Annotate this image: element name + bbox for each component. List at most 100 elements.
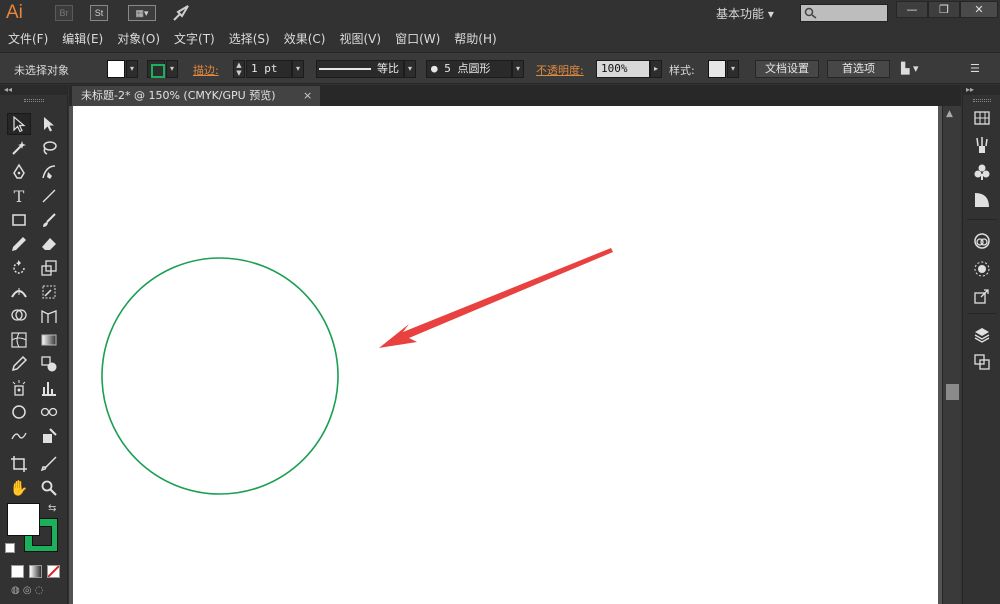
- menu-effect[interactable]: 效果(C): [284, 30, 326, 47]
- none-mode-icon[interactable]: [47, 565, 60, 578]
- line-tool-icon[interactable]: [37, 185, 61, 207]
- asset-export-panel-icon[interactable]: [972, 286, 992, 306]
- fill-color-box[interactable]: [7, 503, 40, 536]
- lasso-icon[interactable]: [37, 137, 61, 159]
- direct-selection-tool-icon[interactable]: [37, 113, 61, 135]
- menu-window[interactable]: 窗口(W): [395, 30, 440, 47]
- symbols-panel-icon[interactable]: [972, 162, 992, 182]
- gradient-tool-icon[interactable]: [37, 329, 61, 351]
- gradient-mode-icon[interactable]: [29, 565, 42, 578]
- symbol-sprayer-icon[interactable]: [7, 377, 31, 399]
- bridge-button[interactable]: Br: [55, 5, 73, 21]
- profile-line-icon: [319, 68, 371, 70]
- vertical-scrollbar[interactable]: ▲: [942, 106, 961, 604]
- hand-tool-icon[interactable]: ✋: [7, 477, 31, 499]
- rotate-icon[interactable]: [7, 257, 31, 279]
- stroke-weight-field[interactable]: 1 pt: [246, 60, 292, 78]
- rectangle-tool-icon[interactable]: [7, 209, 31, 231]
- knife-tool-icon[interactable]: [37, 453, 61, 475]
- menu-view[interactable]: 视图(V): [339, 30, 381, 47]
- mesh-tool-icon[interactable]: [7, 329, 31, 351]
- curvature-tool-icon[interactable]: [37, 161, 61, 183]
- arrange-icon[interactable]: ▙ ▾: [901, 62, 918, 75]
- opacity-panel-link[interactable]: 不透明度:: [536, 62, 584, 78]
- type-tool-icon[interactable]: T: [7, 185, 31, 207]
- stroke-weight-stepper[interactable]: ▲ ▼: [233, 60, 245, 78]
- scroll-up-icon[interactable]: ▲: [946, 109, 953, 119]
- profile-dropdown[interactable]: ▾: [404, 60, 416, 78]
- eyedropper-icon[interactable]: [7, 353, 31, 375]
- free-transform-icon[interactable]: [37, 281, 61, 303]
- graph-tool-icon[interactable]: [37, 377, 61, 399]
- workspace-switcher[interactable]: 基本功能 ▾: [716, 5, 774, 22]
- stroke-panel-link[interactable]: 描边:: [193, 62, 219, 78]
- brush-dropdown[interactable]: ▾: [512, 60, 524, 78]
- zoom-icon[interactable]: [37, 477, 61, 499]
- dock-grip[interactable]: [973, 99, 991, 102]
- graphic-styles-panel-icon[interactable]: [972, 190, 992, 210]
- fill-color-swatch[interactable]: [107, 60, 125, 78]
- opacity-slider-toggle[interactable]: ▸: [650, 60, 662, 78]
- panel-menu-icon[interactable]: ☰: [970, 62, 980, 75]
- document-tab[interactable]: 未标题-2* @ 150% (CMYK/GPU 预览) ×: [72, 86, 320, 106]
- magic-wand-icon[interactable]: [7, 137, 31, 159]
- close-tab-icon[interactable]: ×: [303, 86, 312, 106]
- artboard-tool-icon[interactable]: [7, 401, 31, 423]
- layers-panel-icon[interactable]: [972, 325, 992, 345]
- width-tool-icon[interactable]: [7, 281, 31, 303]
- menu-help[interactable]: 帮助(H): [454, 30, 496, 47]
- variable-width-profile[interactable]: 等比: [316, 60, 404, 78]
- brushes-panel-icon[interactable]: [972, 135, 992, 155]
- brush-label: 5 点圆形: [444, 62, 491, 75]
- menu-select[interactable]: 选择(S): [229, 30, 270, 47]
- collapse-arrows-icon[interactable]: ◂◂: [0, 85, 68, 95]
- close-button[interactable]: ✕: [960, 1, 998, 18]
- swatches-panel-icon[interactable]: [972, 108, 992, 128]
- pencil-icon[interactable]: [7, 233, 31, 255]
- menu-type[interactable]: 文字(T): [174, 30, 215, 47]
- live-paint-icon[interactable]: [37, 425, 61, 447]
- stroke-dropdown[interactable]: ▾: [166, 60, 178, 78]
- style-label: 样式:: [669, 64, 695, 77]
- search-input[interactable]: [800, 4, 888, 22]
- slice-tool-icon[interactable]: [37, 401, 61, 423]
- paintbrush-icon[interactable]: [37, 209, 61, 231]
- eraser-icon[interactable]: [37, 233, 61, 255]
- stroke-weight-dropdown[interactable]: ▾: [292, 60, 304, 78]
- arrange-documents-icon[interactable]: ▦▾: [128, 5, 156, 21]
- stroke-color-swatch[interactable]: [147, 60, 165, 78]
- crop-tool-icon[interactable]: [7, 453, 31, 475]
- green-circle-shape[interactable]: [101, 257, 339, 495]
- document-setup-button[interactable]: 文档设置: [755, 60, 819, 78]
- brush-definition[interactable]: ● 5 点圆形: [426, 60, 512, 78]
- scroll-thumb[interactable]: [946, 384, 959, 400]
- default-colors-icon[interactable]: [5, 543, 15, 553]
- stock-button[interactable]: St: [90, 5, 108, 21]
- artboards-panel-icon[interactable]: [972, 352, 992, 372]
- selection-tool-icon[interactable]: [7, 113, 31, 135]
- panel-grip[interactable]: [24, 99, 44, 102]
- preferences-button[interactable]: 首选项: [827, 60, 890, 78]
- expand-panels-icon[interactable]: ▸▸: [963, 85, 1000, 95]
- graphic-style-dropdown[interactable]: ▾: [727, 60, 739, 78]
- gpu-performance-icon[interactable]: [172, 4, 190, 25]
- color-mode-icon[interactable]: [11, 565, 24, 578]
- pen-tool-icon[interactable]: [7, 161, 31, 183]
- perspective-grid-icon[interactable]: [37, 305, 61, 327]
- creative-cloud-libraries-icon[interactable]: [972, 231, 992, 251]
- shape-builder-icon[interactable]: [7, 305, 31, 327]
- restore-button[interactable]: ❐: [928, 1, 960, 18]
- minimize-button[interactable]: —: [896, 1, 928, 18]
- menu-file[interactable]: 文件(F): [8, 30, 48, 47]
- menu-edit[interactable]: 编辑(E): [62, 30, 103, 47]
- opacity-field[interactable]: 100%: [596, 60, 650, 78]
- menu-object[interactable]: 对象(O): [117, 30, 160, 47]
- appearance-panel-icon[interactable]: [972, 259, 992, 279]
- blend-tool-icon[interactable]: [37, 353, 61, 375]
- join-tool-icon[interactable]: [7, 425, 31, 447]
- fill-dropdown[interactable]: ▾: [126, 60, 138, 78]
- swap-colors-icon[interactable]: ⇆: [48, 503, 56, 514]
- graphic-style-swatch[interactable]: [708, 60, 726, 78]
- drawing-mode-icons[interactable]: ◍ ◎ ◌: [11, 585, 59, 599]
- scale-icon[interactable]: [37, 257, 61, 279]
